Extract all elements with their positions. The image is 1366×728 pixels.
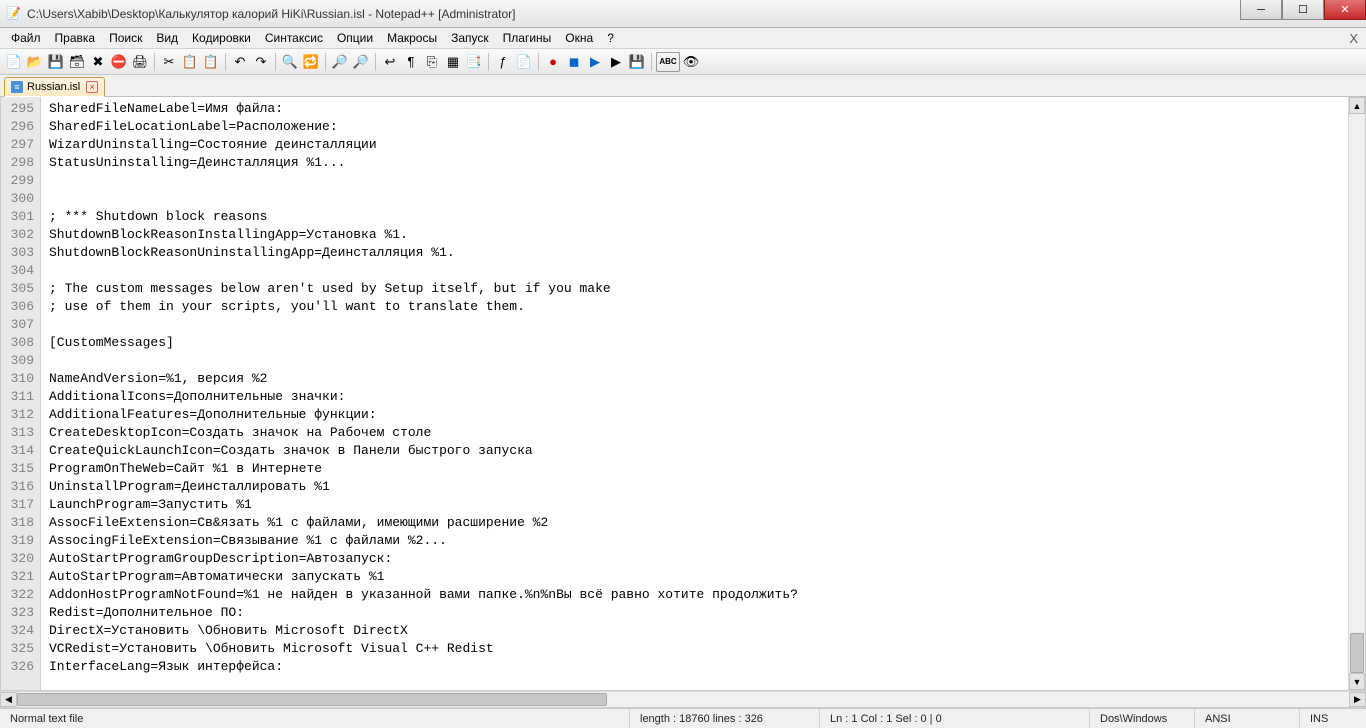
scroll-down-icon[interactable]: ▼ xyxy=(1349,673,1365,690)
menu-encoding[interactable]: Кодировки xyxy=(185,29,258,47)
toolbar-separator xyxy=(225,53,226,71)
minimize-button[interactable]: ─ xyxy=(1240,0,1282,20)
horizontal-scrollbar[interactable]: ◀ ▶ xyxy=(0,691,1366,708)
spellcheck-icon[interactable]: ABC xyxy=(656,52,680,72)
saveall-icon[interactable]: 🗃 xyxy=(67,52,87,72)
file-tab-label: Russian.isl xyxy=(27,81,80,93)
scroll-left-icon[interactable]: ◀ xyxy=(0,692,17,707)
maximize-button[interactable]: ☐ xyxy=(1282,0,1324,20)
toolbar: 📄 📂 💾 🗃 ✖ ⛔ 🖨 ✂ 📋 📋 ↶ ↷ 🔍 🔁 🔎 🔎 ↩ ¶ ⎘ ▦ … xyxy=(0,49,1366,75)
wrap-icon[interactable]: ↩ xyxy=(380,52,400,72)
code-area[interactable]: SharedFileNameLabel=Имя файла: SharedFil… xyxy=(41,97,1348,690)
status-eol: Dos\Windows xyxy=(1090,709,1195,728)
find-icon[interactable]: 🔍 xyxy=(280,52,300,72)
status-length: length : 18760 lines : 326 xyxy=(630,709,820,728)
status-position: Ln : 1 Col : 1 Sel : 0 | 0 xyxy=(820,709,1090,728)
horizontal-scroll-thumb[interactable] xyxy=(17,693,607,706)
menu-macros[interactable]: Макросы xyxy=(380,29,444,47)
savemacro-icon[interactable]: 💾 xyxy=(627,52,647,72)
titlebar: 📝 C:\Users\Xabib\Desktop\Калькулятор кал… xyxy=(0,0,1366,28)
copy-icon[interactable]: 📋 xyxy=(180,52,200,72)
toolbar-separator xyxy=(325,53,326,71)
menu-syntax[interactable]: Синтаксис xyxy=(258,29,330,47)
closeall-icon[interactable]: ⛔ xyxy=(109,52,129,72)
menu-options[interactable]: Опции xyxy=(330,29,380,47)
zoomout-icon[interactable]: 🔎 xyxy=(351,52,371,72)
monitor-icon[interactable]: 👁 xyxy=(681,52,701,72)
toolbar-separator xyxy=(651,53,652,71)
menu-help[interactable]: ? xyxy=(600,29,621,47)
save-icon[interactable]: 💾 xyxy=(46,52,66,72)
menu-edit[interactable]: Правка xyxy=(48,29,103,47)
stop-icon[interactable]: ◼ xyxy=(564,52,584,72)
toolbar-separator xyxy=(154,53,155,71)
editor: 295 296 297 298 299 300 301 302 303 304 … xyxy=(0,97,1366,691)
statusbar: Normal text file length : 18760 lines : … xyxy=(0,708,1366,728)
window-title: C:\Users\Xabib\Desktop\Калькулятор калор… xyxy=(27,7,1240,21)
menubar: Файл Правка Поиск Вид Кодировки Синтакси… xyxy=(0,28,1366,49)
vertical-scroll-thumb[interactable] xyxy=(1350,633,1364,673)
toolbar-separator xyxy=(538,53,539,71)
play-icon[interactable]: ▶ xyxy=(585,52,605,72)
status-encoding: ANSI xyxy=(1195,709,1300,728)
menu-plugins[interactable]: Плагины xyxy=(496,29,559,47)
record-icon[interactable]: ● xyxy=(543,52,563,72)
allchars-icon[interactable]: ¶ xyxy=(401,52,421,72)
doc-icon[interactable]: 📄 xyxy=(514,52,534,72)
vertical-scrollbar[interactable]: ▲ ▼ xyxy=(1348,97,1365,690)
toolbar-separator xyxy=(275,53,276,71)
zoomin-icon[interactable]: 🔎 xyxy=(330,52,350,72)
file-tab[interactable]: ≡ Russian.isl × xyxy=(4,77,105,97)
toolbar-separator xyxy=(488,53,489,71)
playmulti-icon[interactable]: ▶ xyxy=(606,52,626,72)
undo-icon[interactable]: ↶ xyxy=(230,52,250,72)
replace-icon[interactable]: 🔁 xyxy=(301,52,321,72)
new-icon[interactable]: 📄 xyxy=(4,52,24,72)
tabbar: ≡ Russian.isl × xyxy=(0,75,1366,97)
open-icon[interactable]: 📂 xyxy=(25,52,45,72)
tab-close-icon[interactable]: × xyxy=(86,81,98,93)
menu-run[interactable]: Запуск xyxy=(444,29,496,47)
menu-search[interactable]: Поиск xyxy=(102,29,149,47)
redo-icon[interactable]: ↷ xyxy=(251,52,271,72)
scroll-right-icon[interactable]: ▶ xyxy=(1349,692,1366,707)
file-tab-icon: ≡ xyxy=(11,81,23,93)
print-icon[interactable]: 🖨 xyxy=(130,52,150,72)
menu-x-icon[interactable]: X xyxy=(1349,31,1358,46)
indent-guide-icon[interactable]: ⎘ xyxy=(422,52,442,72)
status-insert-mode: INS xyxy=(1300,709,1366,728)
app-icon: 📝 xyxy=(6,6,22,22)
toolbar-separator xyxy=(375,53,376,71)
menu-file[interactable]: Файл xyxy=(4,29,48,47)
close-button[interactable]: ✕ xyxy=(1324,0,1366,20)
closedoc-icon[interactable]: ✖ xyxy=(88,52,108,72)
cut-icon[interactable]: ✂ xyxy=(159,52,179,72)
status-filetype: Normal text file xyxy=(0,709,630,728)
lang-icon[interactable]: 📑 xyxy=(464,52,484,72)
line-number-gutter: 295 296 297 298 299 300 301 302 303 304 … xyxy=(1,97,41,690)
fold-icon[interactable]: ▦ xyxy=(443,52,463,72)
paste-icon[interactable]: 📋 xyxy=(201,52,221,72)
menu-view[interactable]: Вид xyxy=(149,29,185,47)
menu-windows[interactable]: Окна xyxy=(558,29,600,47)
func-icon[interactable]: ƒ xyxy=(493,52,513,72)
scroll-up-icon[interactable]: ▲ xyxy=(1349,97,1365,114)
